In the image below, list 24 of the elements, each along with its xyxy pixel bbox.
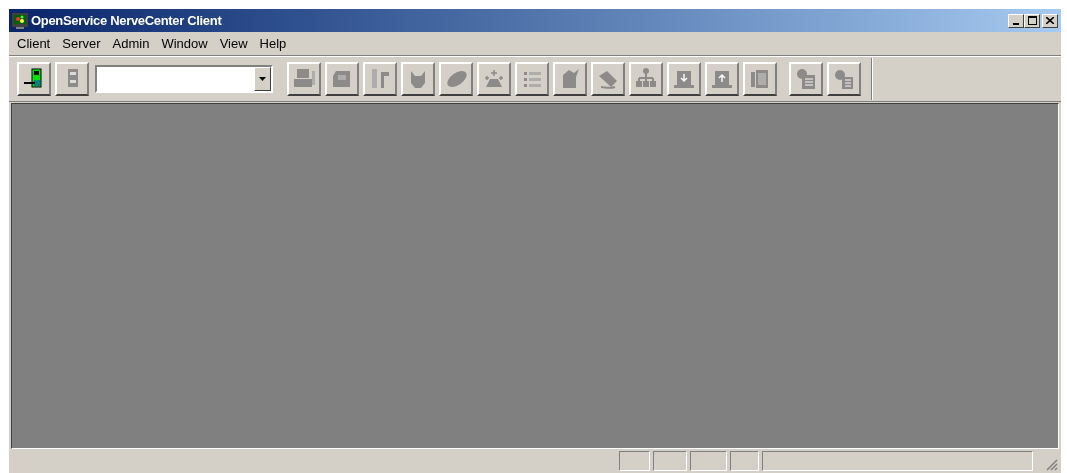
toolbar-button[interactable] bbox=[17, 62, 51, 96]
resize-grip-icon[interactable] bbox=[1046, 459, 1058, 471]
close-button[interactable] bbox=[1042, 13, 1058, 28]
status-pane bbox=[730, 451, 759, 471]
status-pane bbox=[690, 451, 727, 471]
maximize-icon bbox=[1027, 16, 1037, 25]
clipboard-icon bbox=[794, 67, 818, 91]
status-pane bbox=[653, 451, 687, 471]
menu-item[interactable]: Help bbox=[253, 33, 293, 54]
minimize-icon bbox=[1013, 22, 1019, 25]
menu-item[interactable]: Client bbox=[11, 33, 57, 54]
menu-item[interactable]: Admin bbox=[106, 33, 156, 54]
menu-item[interactable]: Window bbox=[155, 33, 214, 54]
menu-item[interactable]: Server bbox=[56, 33, 107, 54]
app-icon bbox=[12, 12, 28, 29]
window-title: OpenService NerveCenter Client bbox=[31, 11, 222, 30]
menu-item[interactable]: View bbox=[213, 33, 254, 54]
close-icon bbox=[1046, 17, 1054, 24]
maximize-button[interactable] bbox=[1024, 13, 1040, 28]
clipboard-icon bbox=[832, 67, 856, 91]
minimize-button[interactable] bbox=[1008, 13, 1024, 28]
dropdown-field[interactable] bbox=[95, 65, 273, 93]
dropdown-arrow-icon bbox=[259, 77, 266, 81]
status-pane bbox=[619, 451, 650, 471]
